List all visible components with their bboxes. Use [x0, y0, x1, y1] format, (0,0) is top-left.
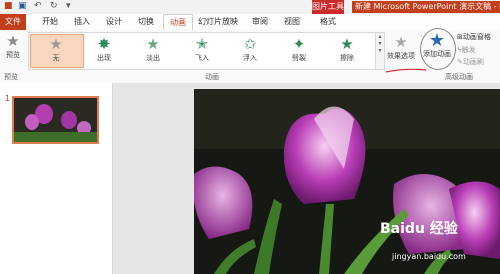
animation-label: 飞入 [195, 54, 209, 62]
preview-button[interactable]: ★ 预览 [2, 33, 24, 60]
animation-label: 擦除 [340, 54, 354, 62]
customize-qat-icon[interactable]: ▾ [66, 1, 71, 11]
effect-options-button[interactable]: ★ 效果选项 [384, 34, 418, 61]
animation-label: 出现 [97, 54, 111, 62]
animation-label: 劈裂 [292, 54, 306, 62]
tab-format[interactable]: 格式 [316, 14, 340, 30]
star-icon: ★ [49, 35, 63, 53]
animation-appear[interactable]: ✸ 出现 [84, 36, 124, 63]
animation-none[interactable]: ★ 无 [32, 36, 80, 63]
red-annotation-curve [385, 68, 427, 73]
tab-slideshow[interactable]: 幻灯片放映 [196, 14, 240, 30]
star-icon: ★ [394, 33, 408, 51]
preview-group-label: 预览 [4, 73, 18, 81]
animation-label: 浮入 [243, 54, 257, 62]
tab-review[interactable]: 审阅 [248, 14, 272, 30]
animation-fly-in[interactable]: ✭ 飞入 [182, 36, 222, 63]
star-float-icon: ✩ [243, 35, 257, 53]
effect-options-label: 效果选项 [387, 52, 415, 60]
picture-tools-context-label: 图片工具 [312, 0, 344, 14]
animation-label: 淡出 [146, 54, 160, 62]
animation-wipe[interactable]: ★ 擦除 [327, 36, 367, 63]
preview-label: 预览 [6, 51, 20, 59]
star-fly-icon: ✭ [195, 35, 209, 53]
thumbnail-tulips-image [14, 98, 97, 142]
trigger-button[interactable]: ϟ触发 [457, 45, 476, 55]
redo-icon[interactable]: ↻ [50, 1, 58, 11]
star-split-icon: ✦ [292, 35, 306, 53]
watermark-url: jingyan.baidu.com [392, 252, 466, 261]
star-icon: ★ [6, 32, 20, 50]
tab-animations[interactable]: 动画 [163, 14, 193, 31]
slide-picture[interactable] [194, 89, 500, 274]
star-icon: ★ [146, 35, 160, 53]
animation-label: 无 [52, 54, 60, 62]
animation-painter-button[interactable]: ✎动画刷 [457, 57, 484, 67]
tab-file[interactable]: 文件 [0, 14, 26, 30]
tab-design[interactable]: 设计 [102, 14, 126, 30]
animation-pane-button[interactable]: ⊞动画窗格 [457, 32, 491, 42]
animation-group-label: 动画 [205, 73, 219, 81]
tab-home[interactable]: 开始 [38, 14, 62, 30]
animation-fade[interactable]: ★ 淡出 [133, 36, 173, 63]
undo-icon[interactable]: ↶ [34, 1, 42, 11]
tab-view[interactable]: 视图 [280, 14, 304, 30]
animation-float-in[interactable]: ✩ 浮入 [230, 36, 270, 63]
save-icon[interactable]: ▣ [18, 1, 27, 11]
tab-transitions[interactable]: 切换 [134, 14, 158, 30]
add-animation-star-icon: ★ [428, 30, 446, 51]
baidu-watermark: Baidu 经验 [380, 221, 458, 237]
slide-thumbnail[interactable] [12, 96, 99, 144]
star-burst-icon: ✸ [97, 35, 111, 53]
tab-insert[interactable]: 插入 [70, 14, 94, 30]
tulips-image [194, 89, 500, 274]
app-logo-icon: ■ [4, 1, 13, 11]
animation-split[interactable]: ✦ 劈裂 [279, 36, 319, 63]
star-wipe-icon: ★ [340, 35, 354, 53]
add-animation-button[interactable]: ★ 添加动画 [420, 32, 454, 59]
advanced-animation-group-label: 高级动画 [445, 73, 473, 81]
slide-number: 1 [5, 94, 11, 103]
add-animation-label: 添加动画 [423, 50, 451, 58]
window-title: 新建 Microsoft PowerPoint 演示文稿 - Powe [352, 1, 500, 13]
